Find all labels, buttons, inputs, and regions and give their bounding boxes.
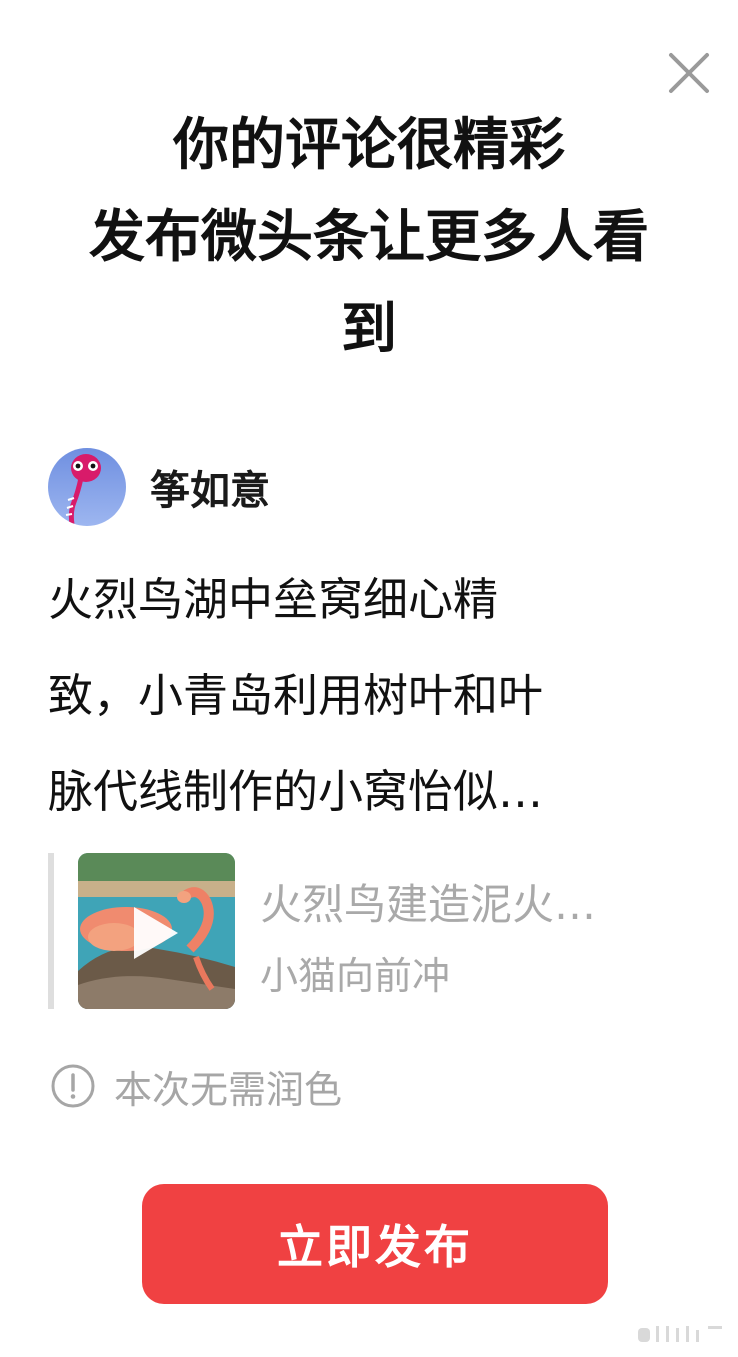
publish-dialog: 你的评论很精彩 发布微头条让更多人看 到 筝如意 火烈鸟湖中垒窝细心精 致，小青… [0, 0, 738, 1357]
flamingo-thumbnail-image [78, 853, 235, 1009]
video-thumbnail[interactable] [78, 853, 235, 1009]
dialog-title-line-3: 到 [341, 297, 397, 362]
post-line-3: 脉代线制作的小窝怡似… [48, 765, 544, 818]
post-line-2: 致，小青岛利用树叶和叶 [48, 669, 544, 722]
close-icon [669, 53, 709, 93]
publish-now-button[interactable]: 立即发布 [142, 1184, 608, 1304]
dialog-title-line-1: 你的评论很精彩 [173, 113, 565, 178]
author-row: 筝如意 [48, 448, 270, 526]
polish-notice-text: 本次无需润色 [114, 1067, 343, 1112]
quoted-video-author: 小猫向前冲 [260, 954, 451, 998]
avatar[interactable] [48, 448, 126, 526]
watermark-logo [638, 1326, 722, 1342]
kite-avatar-image [48, 448, 126, 526]
post-content: 火烈鸟湖中垒窝细心精 致，小青岛利用树叶和叶 脉代线制作的小窝怡似… [48, 552, 678, 840]
post-line-1: 火烈鸟湖中垒窝细心精 [48, 573, 499, 626]
close-button[interactable] [664, 48, 714, 98]
quoted-video-card[interactable]: 火烈鸟建造泥火… 小猫向前冲 [48, 853, 708, 1009]
author-name: 筝如意 [150, 468, 270, 514]
info-circle-icon [51, 1064, 95, 1108]
quote-bar [48, 853, 54, 1009]
polish-notice: 本次无需润色 [50, 1060, 342, 1112]
dialog-title-line-2: 发布微头条让更多人看 [89, 205, 649, 270]
dialog-title: 你的评论很精彩 发布微头条让更多人看 到 [40, 100, 698, 376]
quoted-video-title: 火烈鸟建造泥火… [260, 880, 597, 929]
